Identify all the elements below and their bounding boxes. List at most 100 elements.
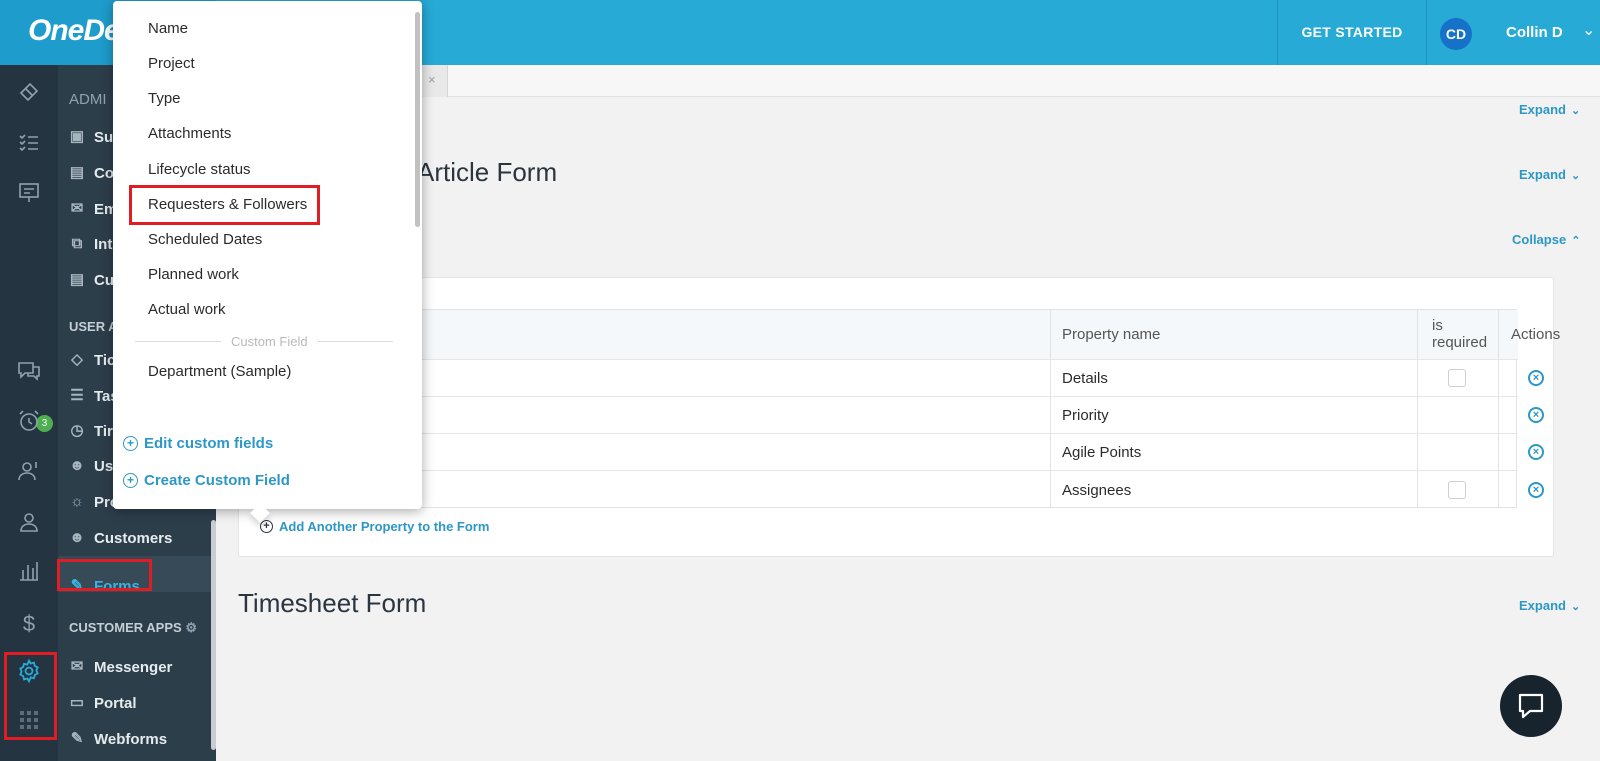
highlight-requesters-followers [129, 185, 320, 225]
board-icon[interactable] [14, 181, 44, 211]
avatar[interactable]: CD [1440, 18, 1472, 50]
customer-apps-heading: CUSTOMER APPS ⚙ [69, 620, 197, 635]
dropdown-item-planned-work[interactable]: Planned work [148, 266, 239, 283]
customer-icon: ☻ [69, 529, 85, 546]
sidebar-item-company[interactable]: ▤ Co [68, 159, 114, 187]
sidebar-item-email[interactable]: ✉ Em [68, 195, 118, 223]
sidebar-item-projects[interactable]: ☼ Pro [68, 488, 119, 516]
section-collapse-toggle[interactable]: Collapse ⌃ [1512, 232, 1580, 247]
sidebar-item-webforms[interactable]: ✎ Webforms [68, 725, 167, 753]
remove-property-icon[interactable]: × [1528, 370, 1544, 386]
table-header-row [298, 310, 1518, 359]
dropdown-scrollbar[interactable] [415, 12, 420, 227]
ticket-icon: ◇ [71, 351, 83, 368]
chevron-down-icon: ⌄ [1570, 105, 1581, 117]
task-list-icon[interactable] [14, 130, 44, 160]
plus-circle-icon: + [123, 473, 138, 488]
table-row: Assignees × [298, 470, 1544, 508]
create-custom-field-link[interactable]: + Create Custom Field [123, 472, 290, 489]
dollar-icon[interactable]: $ [14, 609, 44, 639]
section-expand-toggle[interactable]: Expand ⌄ [1519, 102, 1580, 117]
alarm-clock-icon[interactable] [14, 409, 44, 439]
main-content: × Expand ⌄ Article Form Expand ⌄ Collapse ⌃… [216, 65, 1600, 761]
property-name-cell: Priority [1062, 407, 1109, 424]
sidebar-item-portal[interactable]: ▭ Portal [68, 689, 137, 717]
sidebar-item-customization[interactable]: ▤ Cu [68, 266, 114, 294]
plus-circle-icon: + [123, 436, 138, 451]
highlight-settings [4, 652, 57, 740]
tab-strip: × [216, 65, 1600, 97]
alarm-clock-icon: ◷ [70, 422, 84, 439]
dropdown-item-attachments[interactable]: Attachments [148, 125, 231, 142]
chevron-down-icon[interactable]: ⌄ [1582, 20, 1595, 40]
ticket-icon[interactable] [14, 80, 44, 110]
remove-property-icon[interactable]: × [1528, 407, 1544, 423]
user-name[interactable]: Collin D [1506, 24, 1563, 41]
add-property-link[interactable]: + Add Another Property to the Form [260, 519, 489, 534]
highlight-forms [57, 559, 152, 591]
building-icon: ▤ [69, 164, 85, 181]
table-row: Details × [298, 359, 1544, 396]
task-list-icon: ☰ [70, 387, 84, 404]
customize-icon: ▤ [69, 271, 85, 288]
dropdown-item-lifecycle-status[interactable]: Lifecycle status [148, 161, 251, 178]
chat-launcher-button[interactable] [1500, 675, 1562, 737]
custom-field-label: Custom Field [221, 334, 318, 349]
property-picker-dropdown: Name Project Type Attachments Lifecycle … [113, 1, 422, 509]
sidebar-item-subscription[interactable]: ▣ Sul [68, 123, 117, 151]
sidebar-item-integrations[interactable]: ⧉ Int [68, 230, 113, 258]
dropdown-item-department[interactable]: Department (Sample) [148, 363, 291, 380]
admin-heading: ADMI [69, 91, 107, 108]
dropdown-item-actual-work[interactable]: Actual work [148, 301, 226, 318]
form-properties-card: Property name is required Actions Detail… [238, 277, 1560, 557]
property-name-cell: Details [1062, 370, 1108, 387]
remove-property-icon[interactable]: × [1528, 444, 1544, 460]
dropdown-item-type[interactable]: Type [148, 90, 181, 107]
monitor-icon: ▭ [69, 694, 85, 711]
header-is-required: is required [1432, 317, 1488, 351]
messages-icon[interactable] [14, 358, 44, 388]
edit-custom-fields-link[interactable]: + Edit custom fields [123, 435, 273, 452]
project-icon: ☼ [70, 493, 84, 510]
users-icon[interactable] [14, 510, 44, 540]
table-row: Agile Points × [298, 433, 1544, 470]
remove-property-icon[interactable]: × [1528, 482, 1544, 498]
properties-table: Property name is required Actions Detail… [297, 309, 1560, 508]
dropdown-item-name[interactable]: Name [148, 20, 188, 37]
timesheet-expand-toggle[interactable]: Expand ⌄ [1519, 598, 1580, 613]
edit-icon: ✎ [70, 730, 84, 747]
chevron-down-icon: ⌄ [1570, 601, 1581, 613]
dropdown-item-project[interactable]: Project [148, 55, 195, 72]
property-name-cell: Assignees [1062, 482, 1132, 499]
plus-circle-icon: + [260, 520, 273, 533]
user-icon: ☻ [69, 457, 85, 474]
sidebar-item-timesheets[interactable]: ◷ Tir [68, 417, 112, 445]
sidebar-item-tasks[interactable]: ☰ Tas [68, 382, 118, 410]
dropdown-item-scheduled-dates[interactable]: Scheduled Dates [148, 231, 262, 248]
user-billing-icon[interactable] [14, 459, 44, 489]
chat-bubble-icon [1518, 693, 1544, 719]
article-form-expand-toggle[interactable]: Expand ⌄ [1519, 167, 1580, 182]
chevron-down-icon: ⌄ [1570, 170, 1581, 182]
gear-icon[interactable]: ⚙ [185, 620, 197, 635]
chevron-up-icon: ⌃ [1571, 235, 1581, 247]
sidebar-item-messenger[interactable]: ✉ Messenger [68, 653, 173, 681]
subscription-icon: ▣ [69, 128, 85, 145]
header-actions: Actions [1511, 326, 1561, 343]
required-checkbox[interactable] [1448, 481, 1466, 499]
sidebar-item-users[interactable]: ☻ Us [68, 452, 113, 480]
app-logo[interactable]: OneDe [28, 14, 121, 48]
get-started-button[interactable]: GET STARTED [1277, 0, 1427, 65]
sidebar-item-customers[interactable]: ☻ Customers [68, 524, 172, 552]
header-property-name: Property name [1062, 326, 1161, 343]
reports-icon[interactable] [14, 559, 44, 589]
table-row: Priority × [298, 396, 1544, 433]
required-checkbox[interactable] [1448, 369, 1466, 387]
property-name-cell: Agile Points [1062, 444, 1142, 461]
integrations-icon: ⧉ [71, 235, 83, 252]
article-form-title: Article Form [417, 157, 558, 187]
sidebar-item-tickets[interactable]: ◇ Tic [68, 346, 115, 374]
user-apps-heading: USER A [69, 319, 118, 334]
mail-icon: ✉ [70, 200, 84, 217]
chat-icon: ✉ [70, 658, 84, 675]
